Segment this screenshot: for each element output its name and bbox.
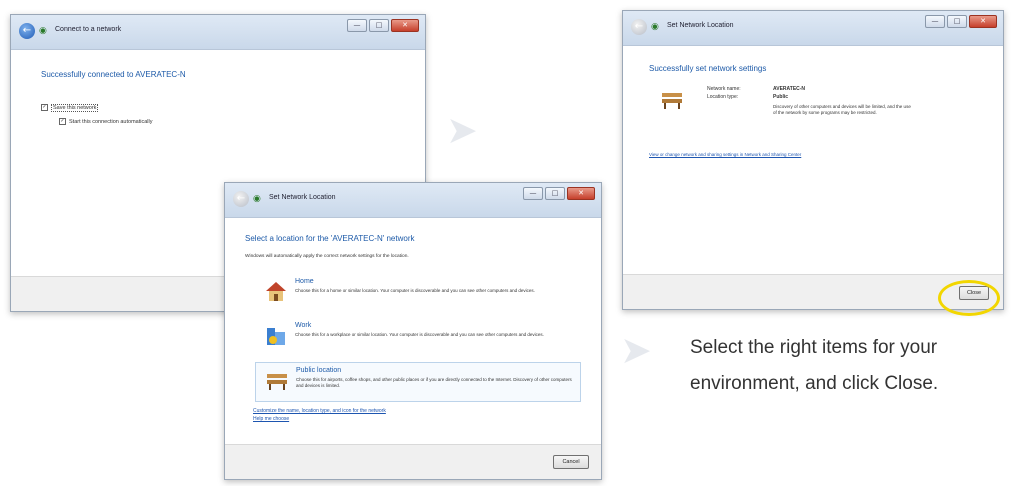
network-icon: ◉ [253, 194, 261, 204]
intro-text: Windows will automatically apply the cor… [245, 254, 409, 259]
minimize-button[interactable]: — [347, 19, 367, 32]
location-type-label: Location type: [707, 94, 739, 100]
public-option-title: Public location [296, 367, 342, 374]
network-sharing-center-link[interactable]: View or change network and sharing setti… [649, 152, 801, 157]
arrow-decoration-1: ➤ [446, 108, 478, 152]
settings-success-headline: Successfully set network settings [649, 64, 767, 73]
title-bar: ← ◉ Set Network Location — □ ✕ [623, 11, 1003, 46]
maximize-button[interactable]: □ [545, 187, 565, 200]
window-title: Set Network Location [667, 22, 734, 29]
home-option-title: Home [295, 278, 314, 285]
close-button-highlight [938, 280, 1000, 316]
customize-network-link[interactable]: Customize the name, location type, and i… [253, 408, 386, 414]
public-location-option[interactable]: Public location Choose this for airports… [255, 362, 581, 402]
title-bar: ← ◉ Set Network Location — □ ✕ [225, 183, 601, 218]
select-location-headline: Select a location for the 'AVERATEC-N' n… [245, 234, 415, 243]
title-bar: ← ◉ Connect to a network — □ ✕ [11, 15, 425, 50]
back-arrow-icon[interactable]: ← [233, 191, 249, 207]
close-window-button[interactable]: ✕ [969, 15, 997, 28]
save-network-label: Save this network [51, 103, 99, 112]
network-icon: ◉ [39, 26, 47, 36]
auto-connect-label: Start this connection automatically [69, 118, 153, 125]
public-option-desc: Choose this for airports, coffee shops, … [296, 377, 572, 388]
back-arrow-icon[interactable]: ← [631, 19, 647, 35]
window-title: Connect to a network [55, 26, 122, 33]
window-title: Set Network Location [269, 194, 336, 201]
network-name-value: AVERATEC-N [773, 86, 806, 92]
help-me-choose-link[interactable]: Help me choose [253, 416, 289, 422]
caption-buttons: — □ ✕ [925, 15, 997, 28]
network-icon: ◉ [651, 22, 659, 32]
window-footer: Cancel [225, 444, 601, 479]
save-network-option[interactable]: ✓ Save this network [41, 103, 99, 112]
instruction-text: Select the right items for your environm… [690, 330, 1010, 402]
instruction-line-2: environment, and click Close. [690, 373, 939, 394]
window-content: Select a location for the 'AVERATEC-N' n… [225, 218, 601, 446]
maximize-button[interactable]: □ [369, 19, 389, 32]
arrow-decoration-2: ➤ [620, 328, 652, 372]
network-settings-result-window: ← ◉ Set Network Location — □ ✕ Successfu… [622, 10, 1004, 310]
minimize-button[interactable]: — [523, 187, 543, 200]
location-type-value: Public [773, 94, 789, 100]
home-icon [266, 282, 286, 301]
caption-buttons: — □ ✕ [523, 187, 595, 200]
network-name-label: Network name: [707, 86, 741, 92]
instruction-line-1: Select the right items for your [690, 337, 938, 358]
close-window-button[interactable]: ✕ [391, 19, 419, 32]
work-option-desc: Choose this for a workplace or similar l… [295, 332, 544, 337]
back-arrow-icon[interactable]: ← [19, 23, 35, 39]
work-option[interactable]: Work Choose this for a workplace or simi… [255, 318, 581, 356]
work-option-title: Work [295, 322, 312, 329]
home-option[interactable]: Home Choose this for a home or similar l… [255, 274, 581, 312]
select-location-window: ← ◉ Set Network Location — □ ✕ Select a … [224, 182, 602, 480]
maximize-button[interactable]: □ [947, 15, 967, 28]
auto-connect-checkbox[interactable]: ✓ [59, 118, 66, 125]
park-bench-icon [267, 374, 287, 390]
work-icon [267, 328, 285, 345]
save-network-checkbox[interactable]: ✓ [41, 104, 48, 111]
minimize-button[interactable]: — [925, 15, 945, 28]
auto-connect-option[interactable]: ✓ Start this connection automatically [59, 118, 152, 125]
success-headline: Successfully connected to AVERATEC-N [41, 70, 186, 79]
close-window-button[interactable]: ✕ [567, 187, 595, 200]
cancel-button[interactable]: Cancel [553, 455, 589, 469]
park-bench-icon [662, 93, 682, 109]
home-option-desc: Choose this for a home or similar locati… [295, 288, 535, 293]
public-description: Discovery of other computers and devices… [773, 104, 911, 115]
caption-buttons: — □ ✕ [347, 19, 419, 32]
